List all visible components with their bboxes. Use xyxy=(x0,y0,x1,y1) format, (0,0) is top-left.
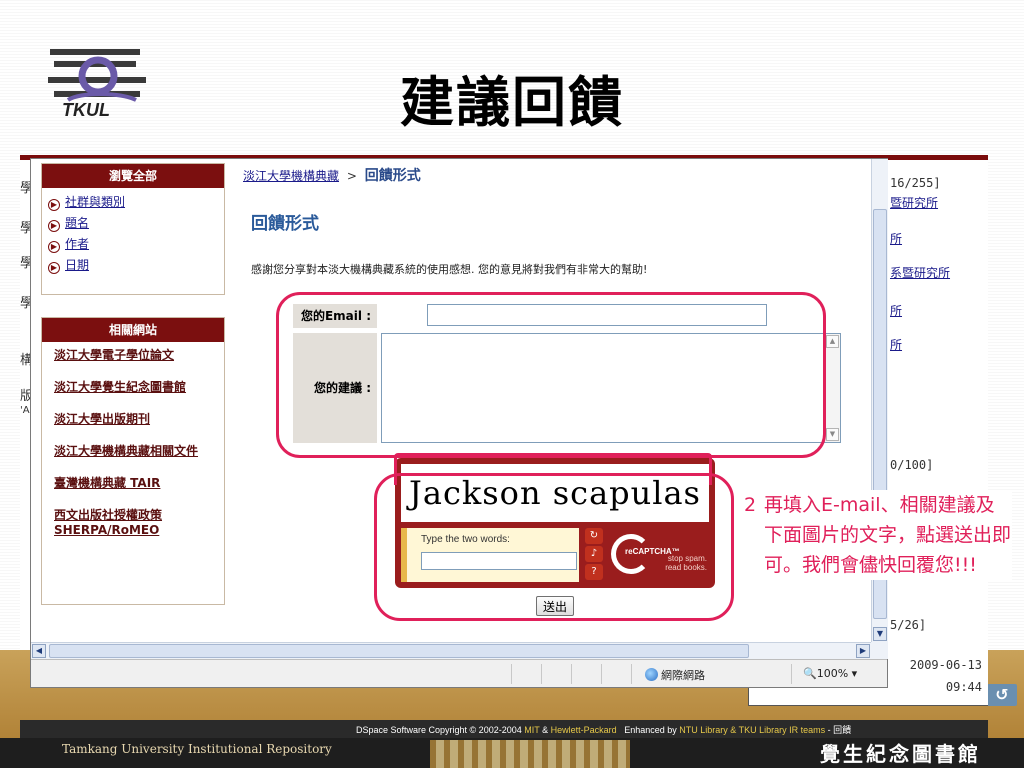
page-heading: 回饋形式 xyxy=(251,214,319,234)
scroll-left-icon[interactable]: ◀ xyxy=(32,644,46,658)
mit-link[interactable]: MIT xyxy=(524,725,539,735)
bg-link[interactable]: 所 xyxy=(890,338,902,352)
zone-label: 網際網路 xyxy=(661,669,705,682)
bg-link[interactable]: 系暨研究所 xyxy=(890,266,950,280)
ir-teams-link[interactable]: NTU Library & TKU Library IR teams xyxy=(679,725,825,735)
related-link[interactable]: 西文出版社授權政策 SHERPA/RoMEO xyxy=(54,508,162,537)
arrow-circle-icon: ▶ xyxy=(48,199,60,211)
up-arrow-icon[interactable]: ↺ xyxy=(987,684,1017,706)
hp-link[interactable]: Hewlett-Packard xyxy=(551,725,617,735)
arrow-circle-icon: ▶ xyxy=(48,262,60,274)
copyright-prefix: DSpace Software Copyright © 2002-2004 xyxy=(356,725,522,735)
bg-link[interactable]: 所 xyxy=(890,232,902,246)
globe-icon xyxy=(645,668,658,681)
breadcrumb: 淡江大學機構典藏 > 回饋形式 xyxy=(243,165,421,185)
related-heading: 相關網站 xyxy=(42,318,224,342)
bg-link[interactable]: 暨研究所 xyxy=(890,196,938,210)
scroll-right-icon[interactable]: ▶ xyxy=(856,644,870,658)
status-divider xyxy=(541,664,542,684)
breadcrumb-separator: > xyxy=(346,169,357,183)
arrow-circle-icon: ▶ xyxy=(48,241,60,253)
bg-letter: 'A xyxy=(20,405,30,416)
repository-name: Tamkang University Institutional Reposit… xyxy=(62,742,332,756)
related-item[interactable]: 淡江大學覺生紀念圖書館 xyxy=(54,380,218,395)
enhanced-by: Enhanced by xyxy=(624,725,677,735)
zoom-level: 100% xyxy=(816,667,849,680)
bg-link[interactable]: 所 xyxy=(890,304,902,318)
time-text: 09:44 xyxy=(945,680,982,694)
scroll-corner xyxy=(871,642,888,659)
copyright-and: & xyxy=(542,725,549,735)
status-divider xyxy=(601,664,602,684)
status-divider xyxy=(791,664,792,684)
status-bar: 網際網路 🔍100% ▾ xyxy=(31,659,887,687)
horizontal-scrollbar[interactable]: ◀ ▶ xyxy=(31,642,871,659)
arrow-circle-icon: ▶ xyxy=(48,220,60,232)
feedback-link[interactable]: - 回饋 xyxy=(828,725,852,735)
browse-item-author[interactable]: ▶ 作者 xyxy=(48,234,218,255)
browse-link[interactable]: 題名 xyxy=(65,216,89,230)
bg-count: 0/100] xyxy=(890,458,934,472)
browse-link[interactable]: 日期 xyxy=(65,258,89,272)
related-item[interactable]: 西文出版社授權政策 SHERPA/RoMEO xyxy=(54,508,218,538)
browse-list: ▶ 社群與類別 ▶ 題名 ▶ 作者 ▶ 日期 xyxy=(42,188,224,280)
browse-item-communities[interactable]: ▶ 社群與類別 xyxy=(48,192,218,213)
browse-item-title[interactable]: ▶ 題名 xyxy=(48,213,218,234)
related-link[interactable]: 淡江大學覺生紀念圖書館 xyxy=(54,380,186,394)
security-zone: 網際網路 xyxy=(645,667,705,683)
related-list: 淡江大學電子學位論文 淡江大學覺生紀念圖書館 淡江大學出版期刊 淡江大學機構典藏… xyxy=(42,342,224,538)
textarea-scrollbar[interactable]: ▲ ▼ xyxy=(824,334,840,442)
related-item[interactable]: 淡江大學電子學位論文 xyxy=(54,348,218,363)
scroll-down-icon[interactable]: ▼ xyxy=(873,627,887,641)
horizontal-scroll-thumb[interactable] xyxy=(49,644,749,658)
step-number: 2 xyxy=(744,494,757,516)
bg-count: 5/26] xyxy=(890,618,927,632)
browse-link[interactable]: 作者 xyxy=(65,237,89,251)
status-divider xyxy=(511,664,512,684)
related-item[interactable]: 淡江大學機構典藏相關文件 xyxy=(54,444,218,459)
related-item[interactable]: 臺灣機構典藏 TAIR xyxy=(54,476,218,491)
breadcrumb-home[interactable]: 淡江大學機構典藏 xyxy=(243,169,339,183)
scroll-down-icon[interactable]: ▼ xyxy=(826,428,839,441)
footer-copyright: DSpace Software Copyright © 2002-2004 MI… xyxy=(356,723,851,736)
browse-box: 瀏覽全部 ▶ 社群與類別 ▶ 題名 ▶ 作者 ▶ 日期 xyxy=(41,163,225,295)
related-link[interactable]: 淡江大學機構典藏相關文件 xyxy=(54,444,198,458)
bg-count: 16/255] xyxy=(890,176,941,190)
slide-title: 建議回饋 xyxy=(400,70,624,134)
library-name: 覺生紀念圖書館 xyxy=(820,742,981,766)
intro-text: 感謝您分享對本淡大機構典藏系統的使用感想. 您的意見將對我們有非常大的幫助! xyxy=(251,263,648,276)
browse-link[interactable]: 社群與類別 xyxy=(65,195,125,209)
scroll-up-icon[interactable]: ▲ xyxy=(826,335,839,348)
browse-item-date[interactable]: ▶ 日期 xyxy=(48,255,218,276)
annotation-ring-captcha xyxy=(374,473,734,621)
related-item[interactable]: 淡江大學出版期刊 xyxy=(54,412,218,427)
breadcrumb-current: 回饋形式 xyxy=(364,168,421,184)
date-text: 2009-06-13 xyxy=(909,658,982,672)
annotation-ring-form xyxy=(276,292,826,458)
related-link[interactable]: 臺灣機構典藏 TAIR xyxy=(54,476,160,490)
related-sites-box: 相關網站 淡江大學電子學位論文 淡江大學覺生紀念圖書館 淡江大學出版期刊 淡江大… xyxy=(41,317,225,605)
related-link[interactable]: 淡江大學出版期刊 xyxy=(54,412,150,426)
status-divider xyxy=(571,664,572,684)
chevron-down-icon[interactable]: ▾ xyxy=(852,667,858,680)
zoom-control[interactable]: 🔍100% ▾ xyxy=(803,667,857,680)
status-divider xyxy=(631,664,632,684)
footer-decoration xyxy=(430,740,630,768)
instruction-text: 再填入E-mail、相關建議及下面圖片的文字，點選送出即可。我們會儘快回覆您!!… xyxy=(764,494,1012,576)
instruction-callout: 2 再填入E-mail、相關建議及下面圖片的文字，點選送出即可。我們會儘快回覆您… xyxy=(742,490,1012,580)
browse-heading: 瀏覽全部 xyxy=(42,164,224,188)
related-link[interactable]: 淡江大學電子學位論文 xyxy=(54,348,174,362)
magnifier-icon: 🔍 xyxy=(803,667,817,680)
